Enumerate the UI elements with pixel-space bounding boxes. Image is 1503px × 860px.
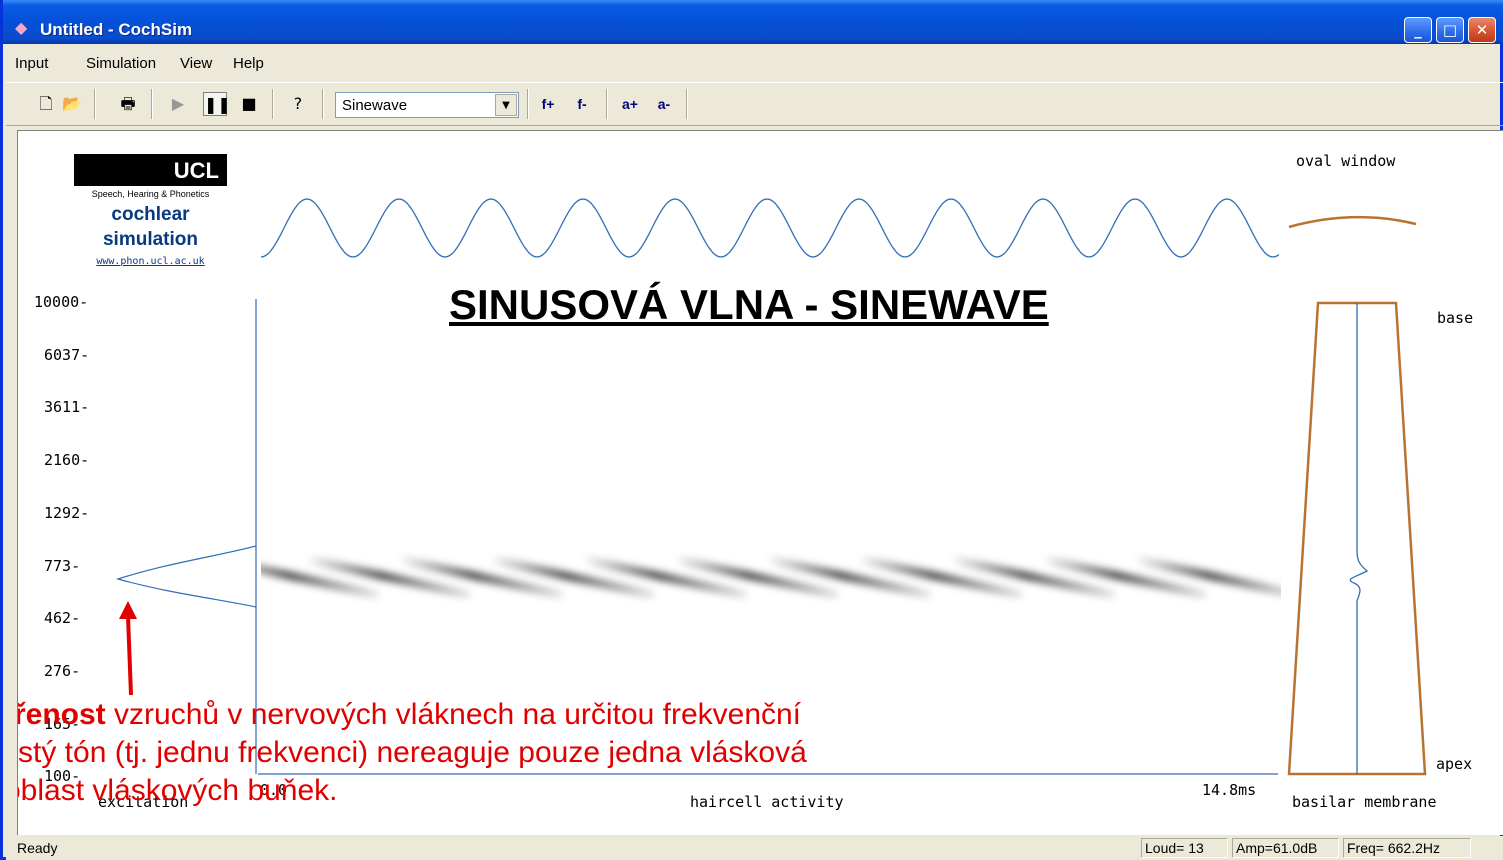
base-label: base [1437,309,1474,327]
freq-tick-label: 462- [44,609,81,628]
status-bar: Ready Loud= 13 Amp=61.0dB Freq= 662.2Hz [6,836,1503,860]
toolbar-separator [322,89,324,119]
maximize-button[interactable]: □ [1436,17,1464,43]
annotation-arrow-head [119,601,137,619]
app-window: ◆ Untitled - CochSim _ □ ✕ Input Simulat… [0,0,1503,860]
input-sinewave [260,198,1280,258]
toolbar-separator [527,89,529,119]
title-bar[interactable]: ◆ Untitled - CochSim _ □ ✕ [3,0,1503,44]
haircell-streak [1046,556,1206,599]
haircell-streak [402,556,562,599]
help-icon[interactable]: ? [286,92,310,116]
freq-tick-label: 773- [44,556,81,575]
haircell-streak [862,556,1022,599]
oval-window-label: oval window [1296,152,1396,170]
annotation-line3: oblast vláskových buňek. [17,774,338,807]
minimize-button[interactable]: _ [1404,17,1432,43]
haircell-streak [310,556,470,599]
status-loudness: Loud= 13 [1141,838,1228,858]
haircell-streak [954,556,1114,599]
toolbar-separator [272,89,274,119]
menu-bar: Input Simulation View Help [6,50,1503,78]
freq-tick-label: 2160- [44,451,90,470]
haircell-streak [1138,556,1281,596]
slide-annotation: třenost vzruchů v nervových vláknech na … [17,696,807,810]
new-file-icon[interactable]: 🗋 [34,92,58,116]
annotation-line1: vzruchů v nervových vláknech na určitou … [105,698,802,731]
toolbar-separator [606,89,608,119]
haircell-streak [586,556,746,599]
signal-type-select[interactable]: Sinewave ▼ [335,92,519,118]
print-icon[interactable]: 🖶 [116,92,140,116]
app-icon: ◆ [15,18,28,37]
amp-down-button[interactable]: a- [652,92,676,116]
toolbar: 🗋 📂 🖶 ▶ ❚❚ ■ ? Sinewave ▼ f+ f- a+ a- [6,82,1503,126]
toolbar-separator [151,89,153,119]
basilar-membrane-trace [1349,303,1369,774]
slide-title: SINUSOVÁ VLNA - SINEWAVE [449,281,1049,328]
haircell-activity [261,556,1281,599]
excitation-curve [115,545,257,608]
pause-icon[interactable]: ❚❚ [203,92,231,116]
haircell-streak [678,556,838,599]
freq-tick-label: 6037- [44,345,90,364]
close-button[interactable]: ✕ [1468,17,1496,43]
haircell-streak [494,556,654,599]
freq-tick-label: 276- [44,661,81,680]
chevron-down-icon[interactable]: ▼ [495,94,517,116]
haircell-streak [261,565,378,599]
toolbar-separator [94,89,96,119]
annotation-bold: třenost [18,698,106,731]
menu-view[interactable]: View [180,55,212,72]
menu-simulation[interactable]: Simulation [86,55,156,72]
time-end-label: 14.8ms [1202,781,1257,799]
annotation-line2: stý tón (tj. jednu frekvenci) nereaguje … [18,736,807,769]
window-title: Untitled - CochSim [40,20,193,39]
status-frequency: Freq= 662.2Hz [1343,838,1471,858]
basilar-membrane-label: basilar membrane [1292,793,1437,811]
status-ready: Ready [17,840,58,856]
apex-label: apex [1436,755,1473,773]
oval-window-curve [1288,215,1417,229]
freq-tick-label: 1292- [44,503,90,522]
haircell-streak [770,556,930,599]
play-icon[interactable]: ▶ [166,92,190,116]
status-amplitude: Amp=61.0dB [1232,838,1339,858]
simulation-canvas: UCL Speech, Hearing & Phonetics cochlear… [17,130,1503,835]
toolbar-separator [686,89,688,119]
signal-type-value: Sinewave [342,97,408,114]
menu-input[interactable]: Input [15,55,48,72]
freq-tick-label: 3611- [44,398,90,417]
freq-tick-label: 10000- [34,293,89,311]
annotation-arrow [126,615,133,696]
menu-help[interactable]: Help [233,55,264,72]
open-folder-icon[interactable]: 📂 [60,92,84,116]
freq-down-button[interactable]: f- [570,92,594,116]
amp-up-button[interactable]: a+ [618,92,642,116]
stop-icon[interactable]: ■ [237,92,261,116]
freq-up-button[interactable]: f+ [536,92,560,116]
